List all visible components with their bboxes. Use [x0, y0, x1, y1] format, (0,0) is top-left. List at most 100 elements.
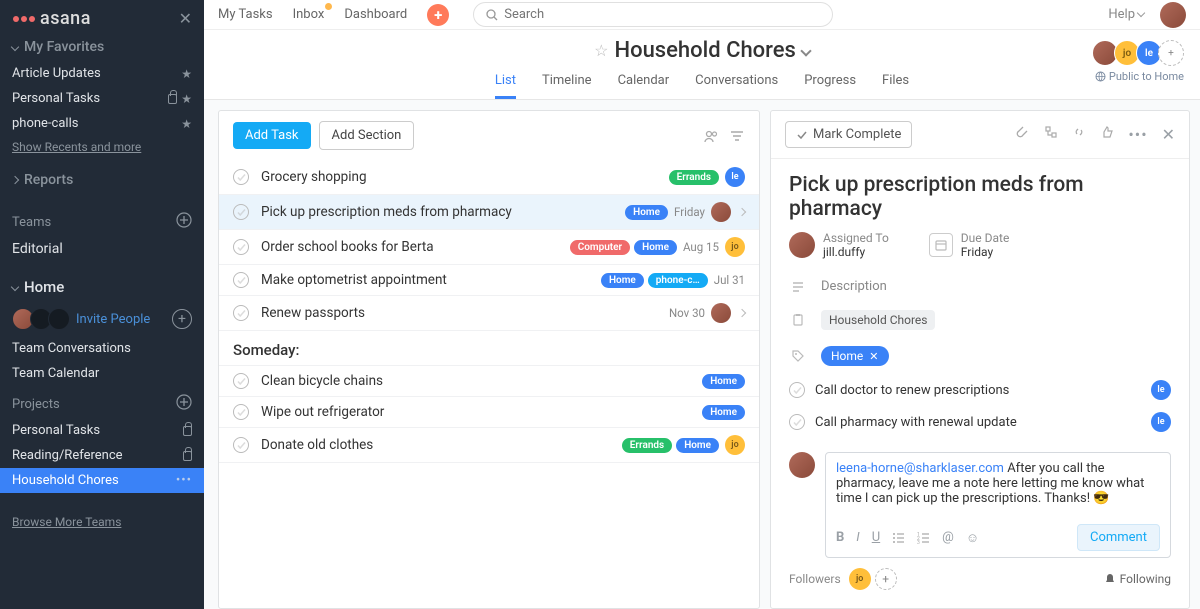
assignee-avatar[interactable]: le	[725, 167, 745, 187]
sidebar-item-editorial[interactable]: Editorial	[0, 236, 204, 262]
assignee-avatar[interactable]: le	[1151, 380, 1171, 400]
sidebar-item-team-calendar[interactable]: Team Calendar	[0, 361, 204, 386]
italic-icon[interactable]: I	[856, 530, 859, 545]
task-row[interactable]: Order school books for Berta ComputerHom…	[219, 230, 759, 265]
profile-avatar[interactable]	[1160, 2, 1186, 28]
task-tag[interactable]: Errands	[622, 438, 672, 453]
sidebar-item-personal-tasks-fav[interactable]: Personal Tasks ★	[0, 86, 204, 111]
task-tag[interactable]: Home	[676, 438, 719, 453]
task-row[interactable]: Pick up prescription meds from pharmacy …	[219, 195, 759, 230]
comment-input[interactable]: leena-horne@sharklaser.com After you cal…	[825, 452, 1171, 558]
bullet-list-icon[interactable]	[892, 531, 905, 544]
task-tag[interactable]: phone-c…	[648, 273, 708, 288]
people-icon[interactable]	[703, 128, 719, 144]
sidebar-item-article-updates[interactable]: Article Updates ★	[0, 61, 204, 86]
teams-header[interactable]: Teams	[0, 204, 204, 236]
more-icon[interactable]: •••	[1128, 125, 1147, 144]
help-menu[interactable]: Help	[1108, 7, 1144, 22]
task-row[interactable]: Donate old clothes ErrandsHomejo	[219, 428, 759, 463]
assigned-to[interactable]: Assigned To jill.duffy	[789, 231, 889, 259]
nav-my-tasks[interactable]: My Tasks	[218, 7, 273, 22]
add-project-icon[interactable]	[176, 394, 192, 414]
task-tag[interactable]: Home	[634, 240, 677, 255]
assignee-avatar[interactable]: jo	[725, 435, 745, 455]
complete-checkbox[interactable]	[233, 437, 249, 453]
favorites-header[interactable]: My Favorites	[0, 33, 204, 61]
reports-header[interactable]: Reports	[0, 166, 204, 194]
task-row[interactable]: Make optometrist appointment Homephone-c…	[219, 265, 759, 296]
add-follower-button[interactable]: +	[875, 568, 897, 590]
task-detail-title[interactable]: Pick up prescription meds from pharmacy	[771, 159, 1189, 231]
assignee-avatar[interactable]: le	[1151, 412, 1171, 432]
collapse-sidebar-icon[interactable]: ✕	[179, 9, 192, 28]
tab-conversations[interactable]: Conversations	[695, 69, 778, 99]
comment-button[interactable]: Comment	[1077, 524, 1160, 551]
remove-tag-icon[interactable]: ✕	[869, 350, 878, 363]
underline-icon[interactable]: U	[872, 530, 880, 545]
add-member-icon[interactable]: +	[172, 309, 192, 329]
project-visibility[interactable]: Public to Home	[1095, 70, 1184, 83]
assignee-avatar[interactable]: jo	[725, 237, 745, 257]
show-recents-link[interactable]: Show Recents and more	[0, 136, 204, 158]
complete-checkbox[interactable]	[233, 305, 249, 321]
nav-inbox[interactable]: Inbox	[293, 7, 325, 22]
tab-timeline[interactable]: Timeline	[542, 69, 592, 99]
emoji-icon[interactable]: ☺	[966, 530, 979, 546]
task-row[interactable]: Grocery shopping Errandsle	[219, 160, 759, 195]
subtask-row[interactable]: Call doctor to renew prescriptions le	[771, 374, 1189, 406]
complete-checkbox[interactable]	[233, 373, 249, 389]
new-button[interactable]: +	[427, 4, 449, 26]
invite-people-link[interactable]: Invite People	[76, 312, 150, 327]
add-section-button[interactable]: Add Section	[319, 121, 415, 150]
subtask-row[interactable]: Call pharmacy with renewal update le	[771, 406, 1189, 438]
tags-row[interactable]: Home✕	[771, 338, 1189, 374]
complete-checkbox[interactable]	[233, 239, 249, 255]
complete-checkbox[interactable]	[789, 414, 805, 430]
projects-header[interactable]: Projects	[0, 386, 204, 418]
sidebar-item-household-chores[interactable]: Household Chores •••	[0, 468, 204, 493]
numbered-list-icon[interactable]: 123	[917, 531, 930, 544]
mark-complete-button[interactable]: Mark Complete	[785, 121, 912, 148]
tag-chip[interactable]: Home✕	[821, 346, 889, 366]
tab-list[interactable]: List	[495, 69, 516, 99]
search-box[interactable]	[473, 2, 833, 27]
task-tag[interactable]: Home	[702, 374, 745, 389]
assignee-avatar[interactable]	[711, 303, 731, 323]
description-row[interactable]: Description	[771, 271, 1189, 302]
close-icon[interactable]: ✕	[1162, 125, 1175, 144]
task-row[interactable]: Clean bicycle chains Home	[219, 366, 759, 397]
tab-calendar[interactable]: Calendar	[618, 69, 670, 99]
assignee-avatar[interactable]	[711, 202, 731, 222]
star-icon[interactable]: ☆	[594, 41, 608, 60]
due-date[interactable]: Due Date Friday	[929, 231, 1010, 259]
section-header[interactable]: Someday:	[219, 331, 759, 366]
sidebar-item-team-conversations[interactable]: Team Conversations	[0, 336, 204, 361]
home-team-header[interactable]: Home	[0, 272, 204, 302]
project-chip[interactable]: Household Chores	[821, 310, 935, 330]
search-input[interactable]	[504, 7, 820, 22]
attachment-icon[interactable]	[1016, 125, 1030, 144]
complete-checkbox[interactable]	[233, 272, 249, 288]
subtask-icon[interactable]	[1044, 125, 1058, 144]
task-tag[interactable]: Home	[702, 405, 745, 420]
comment-mention[interactable]: leena-horne@sharklaser.com	[836, 461, 1004, 476]
like-icon[interactable]	[1100, 125, 1114, 144]
bold-icon[interactable]: B	[836, 530, 844, 545]
copy-link-icon[interactable]	[1072, 125, 1086, 144]
filter-icon[interactable]	[729, 128, 745, 144]
project-title[interactable]: ☆ Household Chores	[594, 38, 810, 63]
task-row[interactable]: Wipe out refrigerator Home	[219, 397, 759, 428]
complete-checkbox[interactable]	[233, 404, 249, 420]
following-toggle[interactable]: Following	[1104, 572, 1171, 586]
task-tag[interactable]: Computer	[570, 240, 630, 255]
task-tag[interactable]: Home	[601, 273, 644, 288]
nav-dashboard[interactable]: Dashboard	[344, 7, 407, 22]
add-task-button[interactable]: Add Task	[233, 122, 311, 149]
sidebar-item-reading-reference[interactable]: Reading/Reference	[0, 443, 204, 468]
complete-checkbox[interactable]	[233, 204, 249, 220]
task-tag[interactable]: Errands	[669, 170, 719, 185]
projects-row[interactable]: Household Chores	[771, 302, 1189, 338]
more-icon[interactable]: •••	[176, 473, 192, 488]
follower-avatar[interactable]: jo	[849, 568, 871, 590]
add-member-button[interactable]: +	[1158, 40, 1184, 66]
